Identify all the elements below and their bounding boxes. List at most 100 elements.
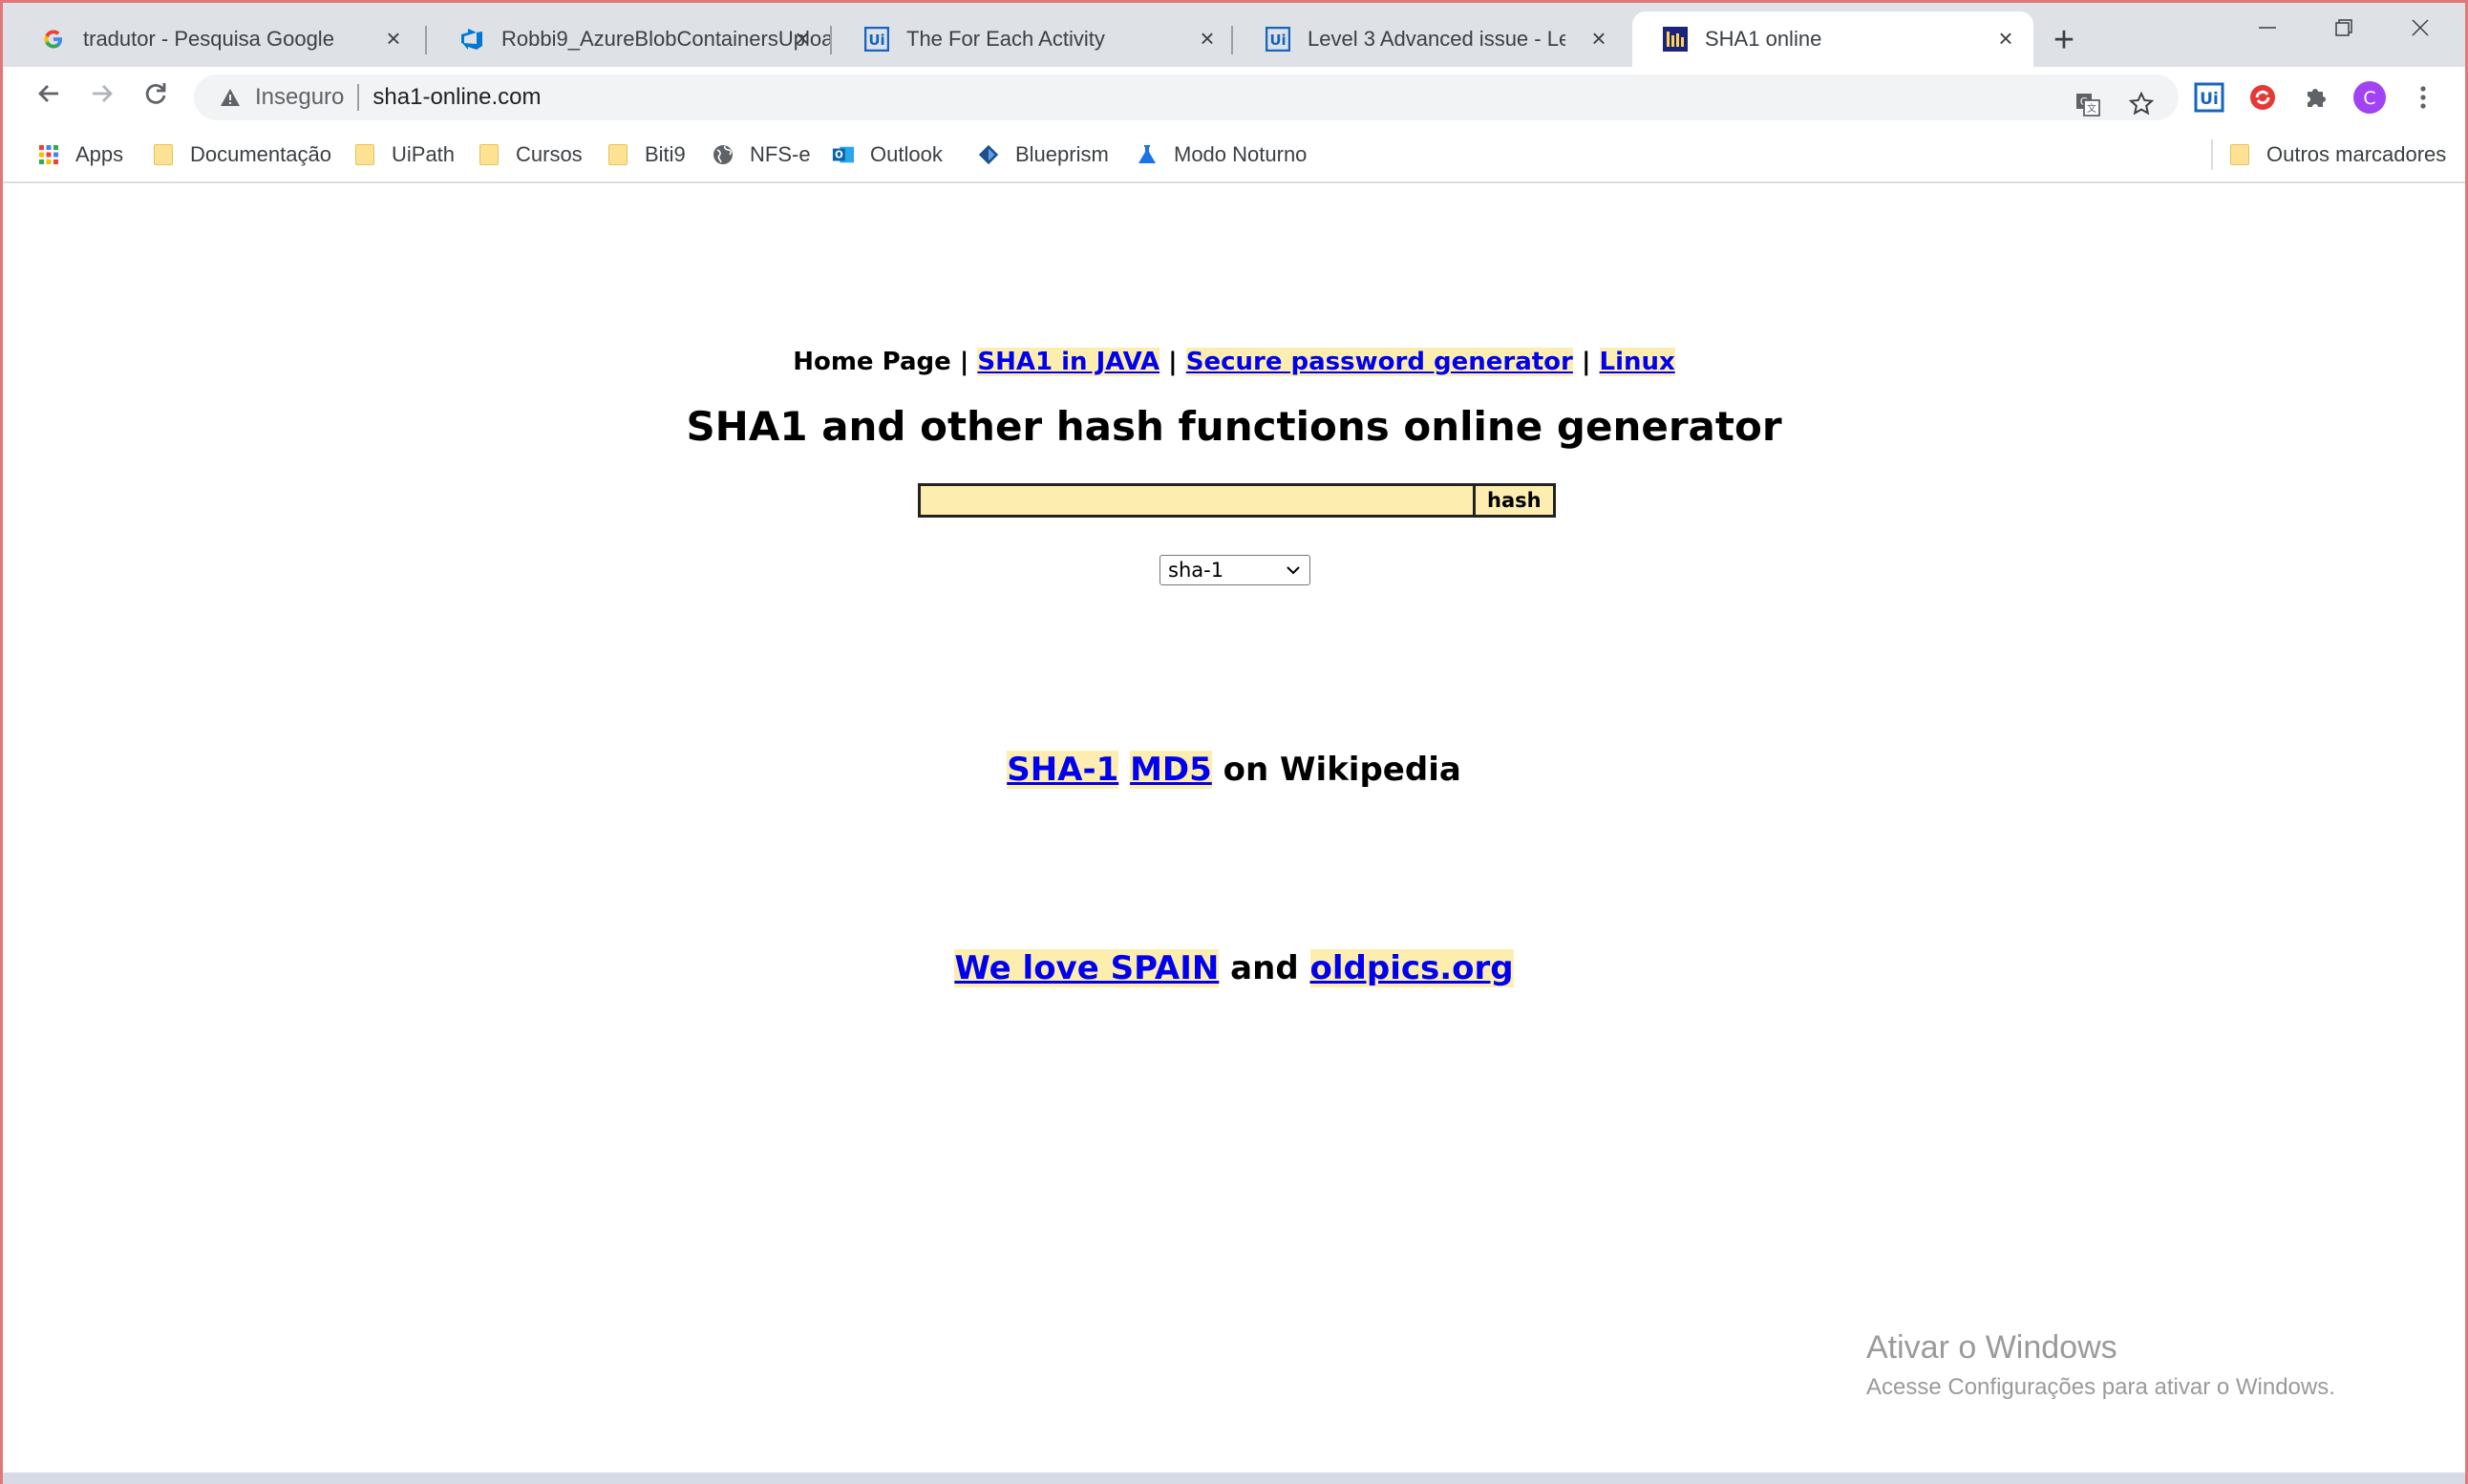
promo-links: We love SPAIN and oldpics.org <box>3 949 2465 987</box>
tab-divider <box>425 26 427 54</box>
svg-text:文: 文 <box>2087 102 2096 115</box>
bookmark-star-icon[interactable] <box>2125 88 2158 120</box>
close-tab-icon[interactable]: × <box>1991 24 2020 53</box>
tab-for-each[interactable]: Ui The For Each Activity × <box>834 11 1235 67</box>
bookmark-label: Modo Noturno <box>1174 142 1308 166</box>
tab-title: tradutor - Pesquisa Google <box>83 27 334 51</box>
restore-icon <box>2335 19 2352 36</box>
google-icon <box>41 27 66 52</box>
forward-button[interactable] <box>83 78 121 117</box>
bookmark-label: UiPath <box>392 142 456 166</box>
bookmarks-divider <box>2211 139 2213 170</box>
home-page-label: Home Page <box>793 348 951 376</box>
restore-button[interactable] <box>2310 11 2377 49</box>
bookmark-apps[interactable]: Apps <box>37 138 123 172</box>
tab-divider <box>830 26 832 54</box>
reload-button[interactable] <box>137 78 175 117</box>
window-close-button[interactable] <box>2387 11 2454 49</box>
more-vertical-icon <box>2420 86 2426 109</box>
bookmark-label: Apps <box>75 142 124 166</box>
tab-strip: tradutor - Pesquisa Google × Robbi9_Azur… <box>3 3 2465 67</box>
tab-title: Level 3 Advanced issue - Learn / ... <box>1308 27 1565 51</box>
folder-icon <box>606 143 629 166</box>
bookmark-label: NFS-e <box>750 142 811 166</box>
windows-activation-watermark: Ativar o Windows Acesse Configurações pa… <box>1866 1329 2335 1401</box>
md5-wikipedia-link[interactable]: MD5 <box>1130 751 1212 789</box>
security-label[interactable]: Inseguro <box>255 84 344 111</box>
tab-level3[interactable]: Ui Level 3 Advanced issue - Learn / ... … <box>1235 11 1627 67</box>
bookmark-outros-marcadores[interactable]: Outros marcadores <box>2228 138 2446 172</box>
tab-sha1-online[interactable]: SHA1 online × <box>1632 11 2033 67</box>
svg-text:Ui: Ui <box>868 32 884 49</box>
oldpics-link[interactable]: oldpics.org <box>1309 949 1514 987</box>
linux-link[interactable]: Linux <box>1599 348 1675 376</box>
nav-separator: | <box>1581 348 1591 376</box>
bookmark-biti9[interactable]: Biti9 <box>606 138 686 172</box>
sha1-java-link[interactable]: SHA1 in JAVA <box>977 348 1160 376</box>
bookmark-label: Cursos <box>516 142 583 166</box>
folder-icon <box>478 143 500 166</box>
profile-avatar[interactable]: C <box>2351 78 2389 117</box>
toolbar: Inseguro sha1-online.com G文 Ui C <box>3 67 2465 128</box>
back-button[interactable] <box>30 78 68 117</box>
bookmark-outlook[interactable]: O Outlook <box>832 138 943 172</box>
taskbar-strip <box>3 1473 2465 1484</box>
outlook-icon: O <box>832 143 855 166</box>
promo-and: and <box>1230 949 1299 987</box>
blueprism-icon <box>977 143 1000 166</box>
close-tab-icon[interactable]: × <box>1585 24 1613 53</box>
password-generator-link[interactable]: Secure password generator <box>1185 348 1573 376</box>
browser-menu-button[interactable] <box>2404 78 2442 117</box>
bookmark-label: Blueprism <box>1015 142 1109 166</box>
tab-title: Robbi9_AzureBlobContainersUpload <box>501 27 830 51</box>
new-tab-button[interactable]: + <box>2047 22 2081 58</box>
translate-icon[interactable]: G文 <box>2072 88 2104 120</box>
bookmark-nfse[interactable]: NFS-e <box>712 138 811 172</box>
bookmark-cursos[interactable]: Cursos <box>478 138 583 172</box>
close-tab-icon[interactable]: × <box>379 24 408 53</box>
bookmark-label: Biti9 <box>645 142 686 166</box>
we-love-spain-link[interactable]: We love SPAIN <box>954 949 1220 987</box>
bookmark-modo-noturno[interactable]: Modo Noturno <box>1136 138 1307 172</box>
url-text[interactable]: sha1-online.com <box>372 84 541 111</box>
folder-icon <box>2228 143 2251 166</box>
bookmark-uipath[interactable]: UiPath <box>353 138 455 172</box>
tab-google[interactable]: tradutor - Pesquisa Google × <box>11 11 421 67</box>
tab-divider <box>1231 26 1233 54</box>
close-tab-icon[interactable]: × <box>788 24 817 53</box>
back-arrow-icon <box>38 85 58 102</box>
svg-text:Ui: Ui <box>2200 90 2219 109</box>
uipath-icon: Ui <box>864 27 889 52</box>
tab-title: The For Each Activity <box>906 27 1105 51</box>
uipath-extension-icon[interactable]: Ui <box>2190 78 2228 117</box>
svg-text:Ui: Ui <box>1269 32 1286 49</box>
sha1-site-icon <box>1663 27 1688 52</box>
bookmark-label: Outros marcadores <box>2266 142 2447 166</box>
chevron-down-icon <box>1287 566 1300 575</box>
nav-separator: | <box>959 348 969 376</box>
warning-icon[interactable] <box>219 86 242 109</box>
wikipedia-links: SHA-1 MD5 on Wikipedia <box>3 751 2465 789</box>
algorithm-select[interactable]: sha-1 <box>1160 555 1310 585</box>
extensions-puzzle-icon[interactable] <box>2297 78 2335 117</box>
bookmark-blueprism[interactable]: Blueprism <box>977 138 1109 172</box>
flask-icon <box>1136 143 1159 166</box>
minimize-button[interactable] <box>2234 11 2301 49</box>
bookmark-documentacao[interactable]: Documentação <box>152 138 331 172</box>
top-navigation: Home Page | SHA1 in JAVA | Secure passwo… <box>3 348 2465 376</box>
bookmarks-bar: Apps Documentação UiPath Cursos Biti9 NF… <box>3 128 2465 183</box>
hash-form: hash <box>918 483 1556 518</box>
watermark-subtitle: Acesse Configurações para ativar o Windo… <box>1866 1374 2335 1400</box>
svg-text:O: O <box>835 151 843 161</box>
tab-azure[interactable]: Robbi9_AzureBlobContainersUpload × <box>429 11 830 67</box>
hash-button[interactable]: hash <box>1476 483 1556 518</box>
uipath-icon: Ui <box>1266 27 1290 52</box>
reload-icon <box>145 83 166 104</box>
address-bar[interactable]: Inseguro sha1-online.com G文 <box>194 74 2179 120</box>
hash-input[interactable] <box>918 483 1476 518</box>
close-tab-icon[interactable]: × <box>1193 24 1222 53</box>
sha1-wikipedia-link[interactable]: SHA-1 <box>1007 751 1119 789</box>
wikipedia-suffix: on Wikipedia <box>1223 751 1461 789</box>
recorder-extension-icon[interactable] <box>2244 78 2282 117</box>
omnibox-divider <box>357 84 360 111</box>
